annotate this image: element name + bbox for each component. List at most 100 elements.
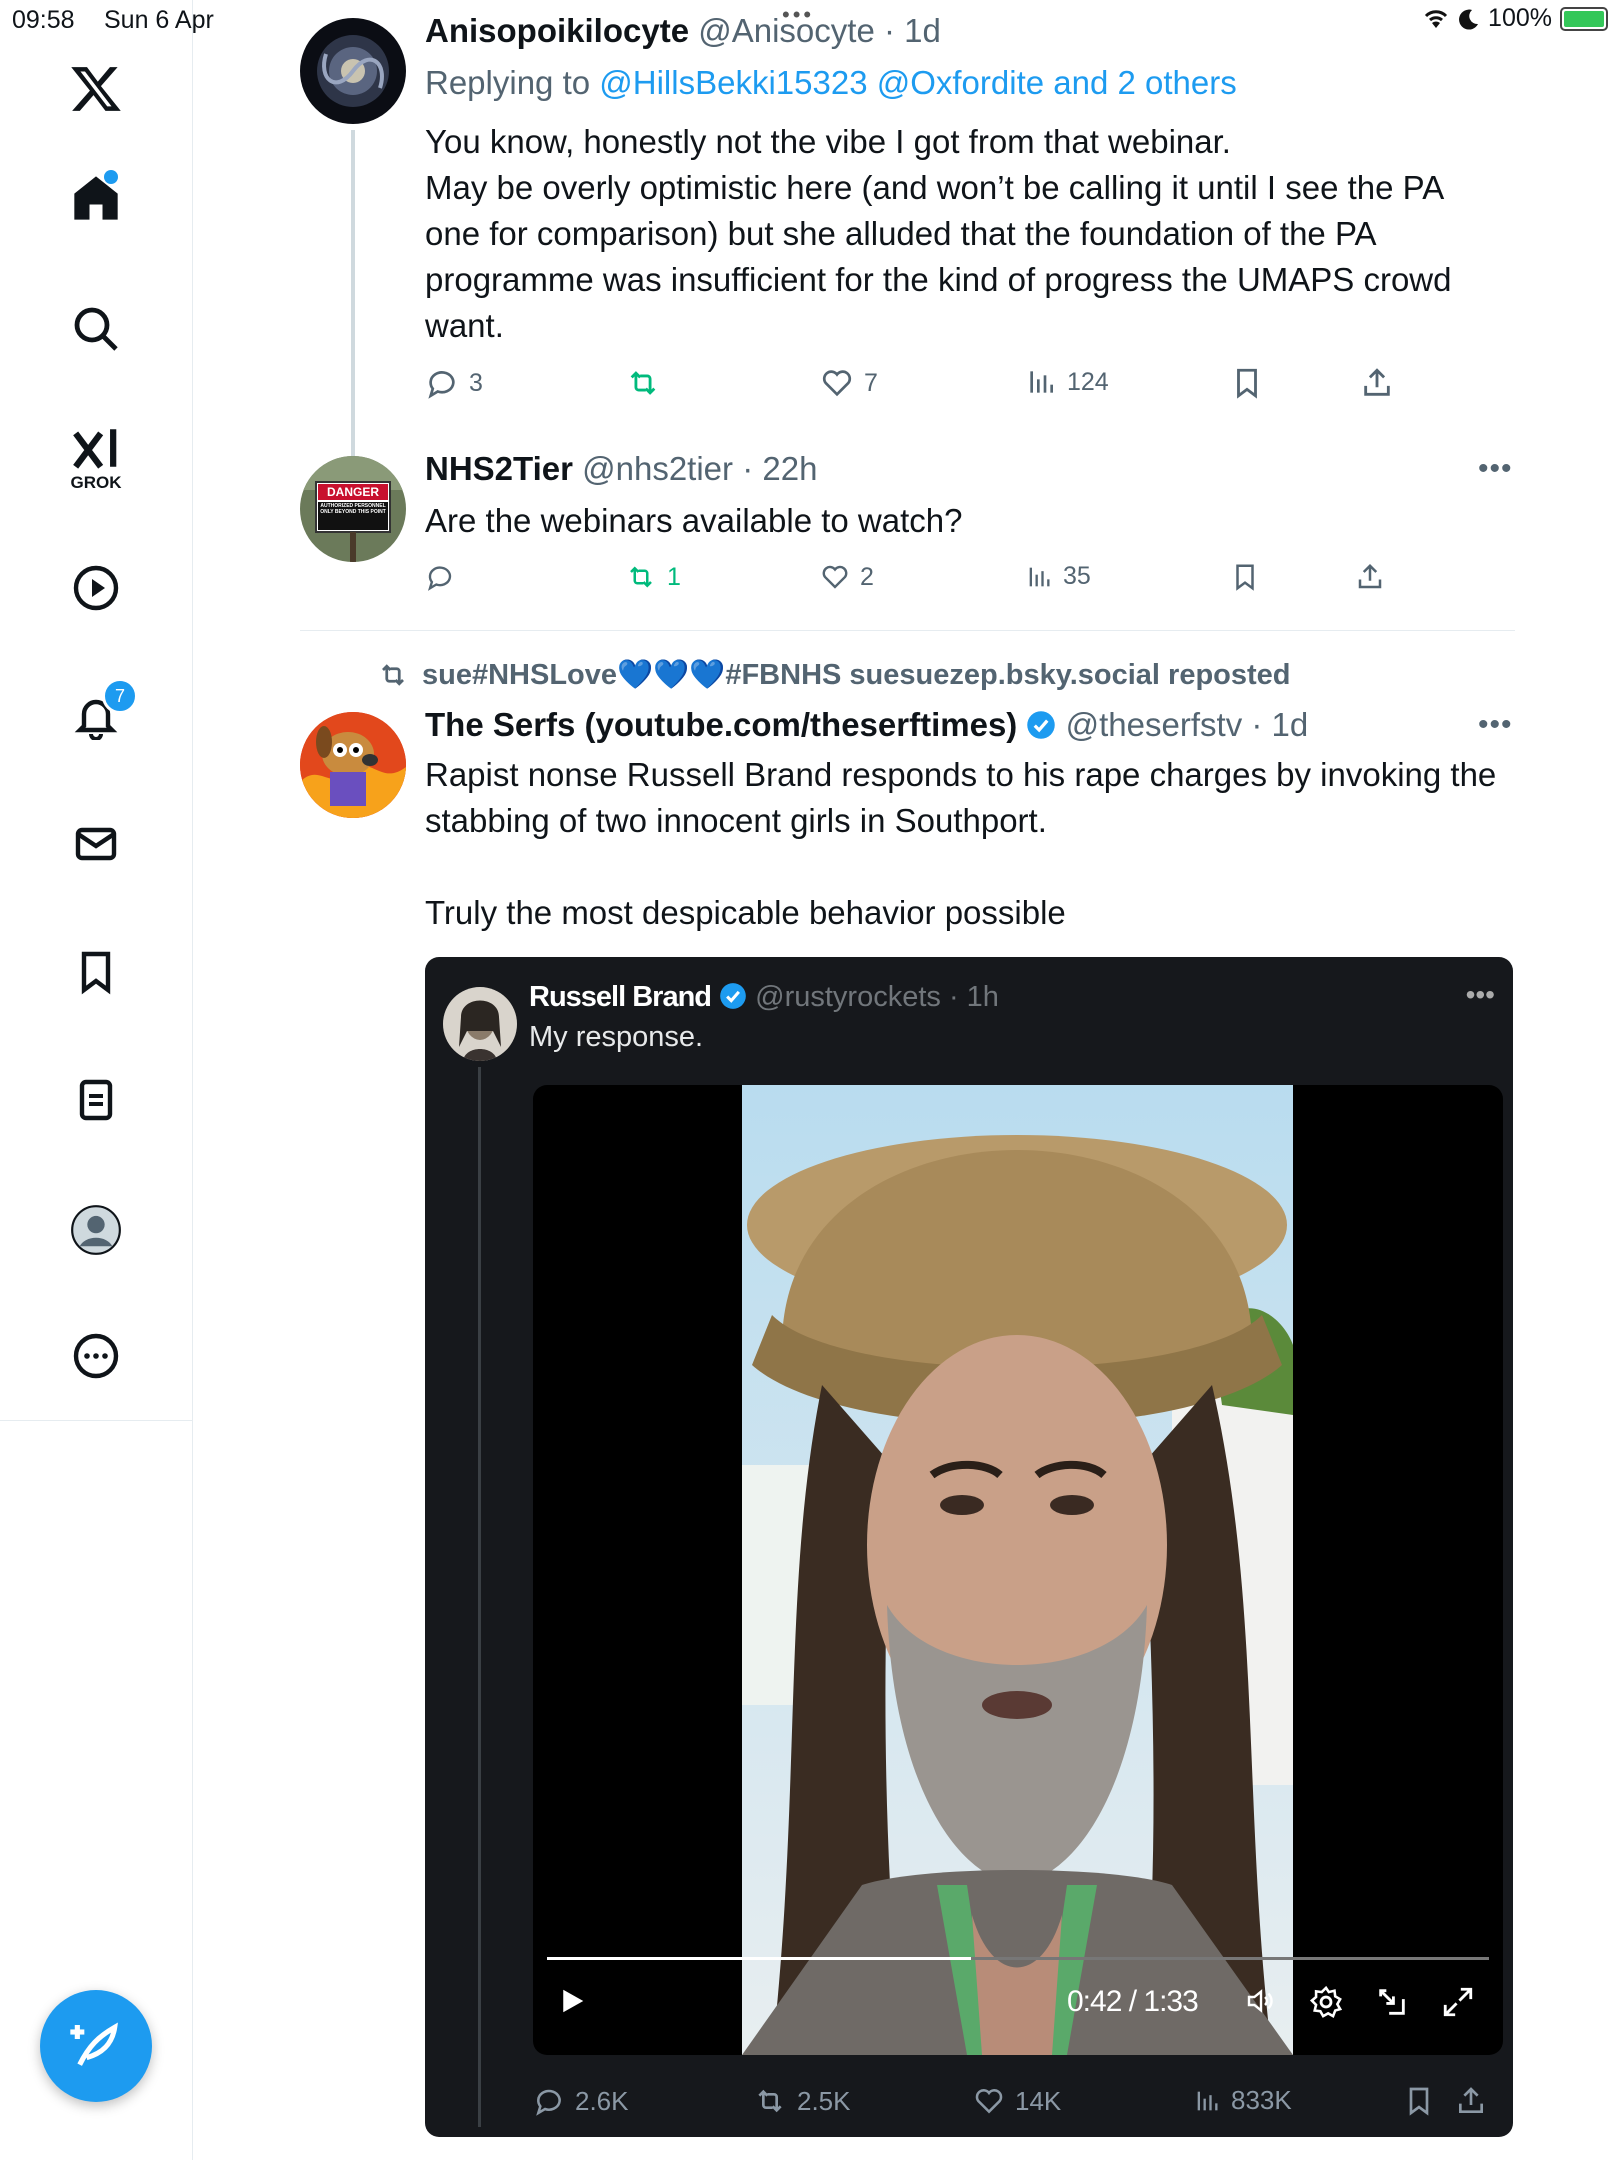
repost-icon: [630, 371, 656, 395]
volume-button[interactable]: [1243, 1985, 1279, 2017]
repost-icon: [382, 664, 404, 686]
repost-button[interactable]: 1: [625, 562, 681, 592]
like-button[interactable]: 2: [820, 562, 874, 592]
views-button[interactable]: 35: [1025, 562, 1091, 591]
avatar[interactable]: [300, 712, 406, 818]
play-icon: [563, 1989, 584, 2013]
grok-icon: [72, 429, 116, 469]
feather-plus-icon: [70, 2022, 118, 2066]
timestamp[interactable]: 22h: [762, 450, 817, 487]
quoted-display-name[interactable]: Russell Brand: [529, 981, 712, 1013]
video-progress-bar[interactable]: [547, 1957, 1489, 1960]
avatar[interactable]: DANGER AUTHORIZED PERSONNEL ONLY BEYOND …: [300, 456, 406, 562]
reposted-by[interactable]: sue#NHSLove💙💙💙#FBNHS suesuezep.bsky.soci…: [376, 658, 1291, 692]
repost-icon: [630, 566, 652, 588]
share-icon: [1459, 2087, 1483, 2113]
quoted-handle[interactable]: @rustyrockets: [755, 981, 941, 1013]
avatar-sign-subtext: AUTHORIZED PERSONNEL ONLY BEYOND THIS PO…: [320, 503, 386, 515]
display-name[interactable]: NHS2Tier: [425, 450, 573, 487]
quoted-post-card[interactable]: Russell Brand @rustyrockets · 1h My resp…: [425, 957, 1513, 2137]
views-button[interactable]: 124: [1025, 366, 1109, 398]
profile-avatar-icon: [71, 1205, 121, 1255]
like-count: 7: [864, 368, 878, 397]
reply-count: 3: [469, 368, 483, 397]
like-button[interactable]: 7: [820, 366, 878, 400]
handle[interactable]: @nhs2tier: [582, 450, 733, 487]
bookmark-button[interactable]: [1230, 562, 1260, 592]
bookmark-icon: [1409, 2087, 1429, 2116]
avatar[interactable]: [300, 18, 406, 124]
home-unread-dot: [104, 170, 118, 184]
quoted-avatar[interactable]: [443, 987, 517, 1061]
search-icon: [74, 307, 118, 351]
list-document-icon: [79, 1079, 113, 1121]
handle[interactable]: @theserfstv: [1066, 706, 1243, 743]
quoted-reply-count: 2.6K: [575, 2085, 629, 2116]
quoted-like-button[interactable]: 14K: [973, 2085, 1061, 2117]
bookmark-button[interactable]: [1230, 366, 1264, 400]
reply-button[interactable]: [425, 562, 465, 592]
sidebar-item-home[interactable]: [70, 170, 122, 224]
handle[interactable]: @Anisocyte: [698, 12, 875, 49]
sidebar-item-lists[interactable]: [72, 1076, 120, 1124]
sidebar-item-bookmarks[interactable]: [72, 948, 120, 996]
fullscreen-button[interactable]: [1441, 1985, 1475, 2019]
sidebar-item-notifications[interactable]: 7: [72, 678, 138, 740]
share-icon: [1364, 368, 1390, 396]
quoted-view-count: 833K: [1231, 2085, 1292, 2115]
pip-button[interactable]: [1375, 1985, 1409, 2019]
quoted-timestamp[interactable]: 1h: [967, 981, 999, 1013]
sidebar-item-videos[interactable]: [72, 564, 120, 612]
repost-button[interactable]: [625, 366, 671, 400]
replying-to-links[interactable]: @HillsBekki15323 @Oxfordite and 2 others: [599, 64, 1236, 101]
share-button[interactable]: [1355, 562, 1385, 592]
reply-icon: [428, 371, 455, 399]
sidebar-item-messages[interactable]: [72, 820, 120, 868]
repost-count: 1: [667, 562, 681, 591]
quoted-header: Russell Brand @rustyrockets · 1h: [529, 981, 999, 1013]
compose-post-button[interactable]: [40, 1990, 152, 2102]
play-circle-icon: [73, 565, 119, 611]
share-button[interactable]: [1360, 366, 1394, 400]
more-options-icon[interactable]: •••: [1478, 708, 1513, 742]
video-player[interactable]: 0:42 / 1:33: [533, 1085, 1503, 2055]
mail-icon: [75, 827, 117, 861]
bookmark-icon: [81, 951, 111, 995]
display-name[interactable]: Anisopoikilocyte: [425, 12, 689, 49]
sidebar-item-more[interactable]: [72, 1332, 120, 1380]
display-name[interactable]: The Serfs (youtube.com/theserftimes): [425, 706, 1017, 743]
quoted-share-button[interactable]: [1455, 2085, 1487, 2117]
grok-label: GROK: [70, 473, 122, 492]
play-button[interactable]: [557, 1985, 587, 2017]
views-chart-icon: [1029, 567, 1050, 586]
view-count: 124: [1067, 367, 1109, 396]
timestamp[interactable]: 1d: [904, 12, 941, 49]
quoted-bookmark-button[interactable]: [1403, 2085, 1435, 2117]
tweet-anisopoikilocyte[interactable]: Anisopoikilocyte @Anisocyte · 1d Replyin…: [193, 0, 1620, 460]
quoted-like-count: 14K: [1015, 2085, 1062, 2116]
avatar-sign-text: DANGER: [326, 485, 379, 499]
gear-icon: [1309, 1985, 1343, 2019]
view-count: 35: [1063, 562, 1091, 590]
tweet-nhs2tier[interactable]: DANGER AUTHORIZED PERSONNEL ONLY BEYOND …: [193, 440, 1620, 630]
tweet-text: Rapist nonse Russell Brand responds to h…: [425, 756, 1497, 931]
sidebar-item-grok[interactable]: GROK: [71, 425, 122, 493]
tweet-actions: 1 2 35: [425, 562, 1605, 602]
quoted-more-options-icon[interactable]: •••: [1466, 979, 1495, 1011]
quoted-repost-button[interactable]: 2.5K: [753, 2085, 851, 2117]
x-logo-icon[interactable]: [69, 62, 123, 116]
sidebar-item-profile[interactable]: [70, 1204, 122, 1256]
tweet-text: You know, honestly not the vibe I got fr…: [425, 123, 1452, 344]
quoted-reply-button[interactable]: 2.6K: [533, 2085, 629, 2117]
video-time: 0:42 / 1:33: [1067, 1985, 1199, 2018]
reply-button[interactable]: 3: [425, 366, 483, 400]
settings-button[interactable]: [1309, 1985, 1343, 2019]
quoted-views-button[interactable]: 833K: [1193, 2085, 1292, 2116]
timestamp[interactable]: 1d: [1272, 706, 1309, 743]
video-progress-played: [547, 1957, 971, 1960]
sidebar-item-explore[interactable]: [72, 305, 120, 353]
replying-to: Replying to @HillsBekki15323 @Oxfordite …: [425, 64, 1237, 102]
more-options-icon[interactable]: •••: [1478, 452, 1513, 486]
tweet-header: Anisopoikilocyte @Anisocyte · 1d: [425, 12, 941, 49]
replying-prefix: Replying to: [425, 64, 600, 101]
